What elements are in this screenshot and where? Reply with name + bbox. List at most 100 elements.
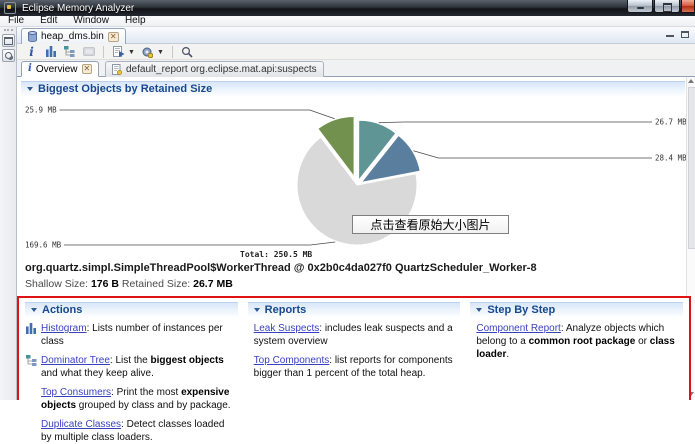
inspector-view-button[interactable] [2, 49, 15, 62]
collapse-triangle-icon [31, 308, 37, 312]
section-title: Biggest Objects by Retained Size [38, 83, 212, 95]
item-text: grouped by class and by package. [76, 400, 231, 411]
strip-grip-handle[interactable] [4, 29, 13, 31]
editor-area-controls [666, 31, 689, 38]
minimize-button[interactable] [627, 0, 653, 13]
restore-icon [663, 3, 672, 12]
actions-items: Histogram: Lists number of instances per… [25, 322, 238, 444]
reports-items: Leak Suspects: includes leak suspects an… [248, 322, 461, 380]
list-item: Histogram: Lists number of instances per… [25, 322, 238, 348]
open-query-browser-icon[interactable] [140, 45, 155, 58]
section-header-actions[interactable]: Actions [25, 302, 238, 317]
item-text: : Print the most [111, 387, 181, 398]
retained-size-label: Retained Size: [122, 278, 190, 290]
maximize-button[interactable] [654, 0, 680, 13]
heap-details-icon[interactable] [81, 45, 96, 58]
collapse-triangle-icon [27, 87, 33, 91]
section-header-reports[interactable]: Reports [248, 302, 461, 317]
eclipse-memory-analyzer-window: { "window": { "title": "Eclipse Memory A… [0, 0, 695, 400]
window-controls [626, 0, 695, 13]
app-icon [4, 2, 16, 14]
item-text: biggest objects [151, 355, 224, 366]
toolbar-separator [103, 46, 104, 58]
editor-toolbar: i ▼ ▼ [17, 44, 695, 60]
tab-default-report[interactable]: default_report org.eclipse.mat.api:suspe… [105, 61, 324, 77]
list-item: Component Report: Analyze objects which … [470, 322, 683, 361]
duplicate-classes-link[interactable]: Duplicate Classes [41, 419, 121, 430]
menu-file[interactable]: File [0, 16, 32, 26]
section-title: Actions [42, 304, 82, 316]
minimize-icon [637, 7, 644, 9]
scroll-up-icon[interactable] [688, 79, 694, 83]
section-title: Step By Step [487, 304, 555, 316]
pie-label-connector [379, 122, 652, 123]
annotation-red-box: Actions Histogram: Lists number of insta… [17, 296, 691, 400]
list-item: Duplicate Classes: Detect classes loaded… [25, 418, 238, 444]
section-header-biggest-objects[interactable]: Biggest Objects by Retained Size [21, 81, 685, 96]
histogram-icon [26, 323, 38, 334]
scrollbar-thumb[interactable] [688, 87, 695, 249]
info-icon: i [28, 63, 32, 75]
shallow-size-value: 176 B [91, 278, 119, 290]
search-icon[interactable] [180, 45, 195, 58]
list-item: Top Consumers: Print the most expensive … [25, 386, 238, 412]
dropdown-caret-icon[interactable]: ▼ [157, 49, 164, 56]
menu-window[interactable]: Window [65, 16, 117, 26]
pie-chart-svg: 25.9 MB26.7 MB28.4 MB169.6 MBTotal: 250.… [17, 97, 689, 260]
chart-tooltip: 点击查看原始大小图片 [352, 215, 509, 234]
menu-edit[interactable]: Edit [32, 16, 65, 26]
restore-view-button[interactable] [2, 34, 15, 47]
editor-tab-row: heap_dms.bin ✕ [17, 27, 695, 44]
editor-tab-heap-dms[interactable]: heap_dms.bin ✕ [21, 28, 126, 44]
list-item: Top Components: list reports for compone… [248, 354, 461, 380]
overview-pane: Biggest Objects by Retained Size 25.9 MB… [17, 77, 695, 296]
minimize-editor-icon[interactable] [666, 35, 674, 37]
pie-total-label: Total: 250.5 MB [240, 250, 312, 259]
object-size-line: Shallow Size: 176 B Retained Size: 26.7 … [25, 278, 233, 290]
title-bar: Eclipse Memory Analyzer [0, 0, 695, 16]
histogram-link[interactable]: Histogram [41, 323, 87, 334]
list-item: Dominator Tree: List the biggest objects… [25, 354, 238, 380]
component-report-link[interactable]: Component Report [476, 323, 561, 334]
item-text: common root package [529, 336, 636, 347]
top-consumers-link[interactable]: Top Consumers [41, 387, 111, 398]
info-icon[interactable]: i [24, 45, 39, 58]
shallow-size-label: Shallow Size: [25, 278, 88, 290]
tab-overview[interactable]: i Overview ✕ [21, 61, 99, 77]
histogram-icon[interactable] [43, 45, 58, 58]
close-tab-icon[interactable]: ✕ [82, 64, 93, 74]
collapse-triangle-icon [476, 308, 482, 312]
editor-tab-label: heap_dms.bin [41, 31, 104, 42]
fast-view-strip [0, 27, 17, 400]
view-window-icon [4, 37, 13, 45]
pie-label-connector [413, 151, 652, 158]
pie-slice-label: 26.7 MB [655, 118, 687, 127]
tab-overview-label: Overview [36, 64, 78, 75]
step-by-step-items: Component Report: Analyze objects which … [470, 322, 683, 361]
run-expert-report-icon[interactable] [111, 45, 126, 58]
item-text: or [635, 336, 649, 347]
retained-size-value: 26.7 MB [193, 278, 233, 290]
dominator-tree-icon[interactable] [62, 45, 77, 58]
dominator-tree-link[interactable]: Dominator Tree [41, 355, 110, 366]
view-tab-row: i Overview ✕ default_report org.eclipse.… [17, 60, 695, 77]
leak-suspects-link[interactable]: Leak Suspects [254, 323, 320, 334]
close-tab-icon[interactable]: ✕ [108, 32, 119, 42]
section-header-step-by-step[interactable]: Step By Step [470, 302, 683, 317]
maximize-editor-icon[interactable] [681, 31, 689, 38]
dominator-tree-icon [26, 355, 38, 366]
reports-section: Reports Leak Suspects: includes leak sus… [248, 302, 461, 400]
section-title: Reports [265, 304, 307, 316]
tab-default-report-label: default_report org.eclipse.mat.api:suspe… [126, 64, 317, 75]
actions-section: Actions Histogram: Lists number of insta… [25, 302, 238, 400]
pie-label-connector [60, 110, 335, 119]
close-button[interactable] [681, 0, 695, 13]
pie-slice-label: 25.9 MB [25, 106, 57, 115]
menu-help[interactable]: Help [117, 16, 154, 26]
step-by-step-section: Step By Step Component Report: Analyze o… [470, 302, 683, 400]
top-components-link[interactable]: Top Components [254, 355, 330, 366]
heap-dump-db-icon [28, 31, 37, 42]
pie-label-connector [64, 242, 335, 245]
dropdown-caret-icon[interactable]: ▼ [128, 49, 135, 56]
item-text: . [506, 349, 509, 360]
